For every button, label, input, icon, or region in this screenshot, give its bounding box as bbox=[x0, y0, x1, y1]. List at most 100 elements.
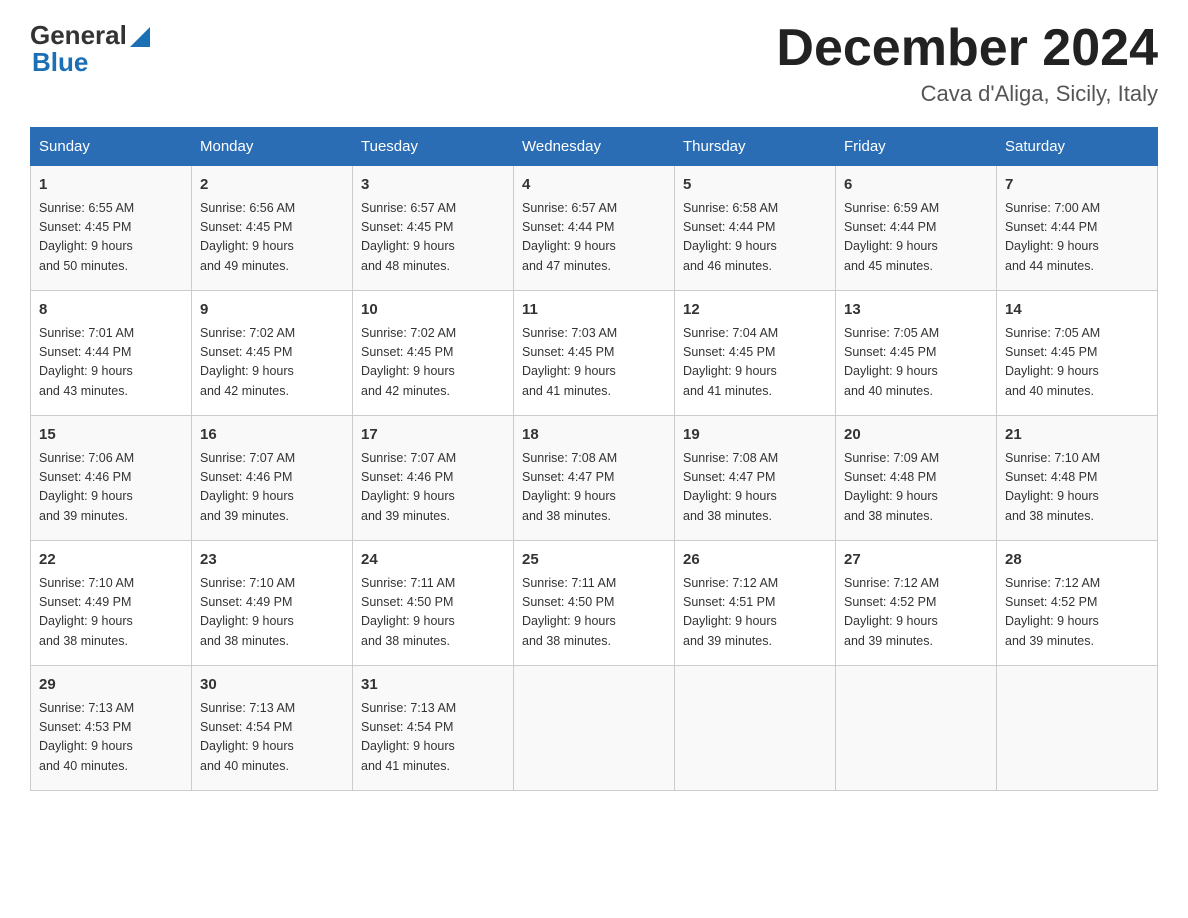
day-info: Sunrise: 7:13 AMSunset: 4:53 PMDaylight:… bbox=[39, 699, 183, 777]
day-info: Sunrise: 7:09 AMSunset: 4:48 PMDaylight:… bbox=[844, 449, 988, 527]
day-info: Sunrise: 7:10 AMSunset: 4:48 PMDaylight:… bbox=[1005, 449, 1149, 527]
weekday-header-sunday: Sunday bbox=[31, 128, 192, 166]
weekday-header-thursday: Thursday bbox=[675, 128, 836, 166]
day-info: Sunrise: 7:02 AMSunset: 4:45 PMDaylight:… bbox=[200, 324, 344, 402]
weekday-header-wednesday: Wednesday bbox=[514, 128, 675, 166]
day-info: Sunrise: 7:05 AMSunset: 4:45 PMDaylight:… bbox=[844, 324, 988, 402]
title-section: December 2024 Cava d'Aliga, Sicily, Ital… bbox=[776, 20, 1158, 107]
day-info: Sunrise: 7:13 AMSunset: 4:54 PMDaylight:… bbox=[361, 699, 505, 777]
calendar-cell: 16Sunrise: 7:07 AMSunset: 4:46 PMDayligh… bbox=[192, 416, 353, 541]
day-info: Sunrise: 7:08 AMSunset: 4:47 PMDaylight:… bbox=[522, 449, 666, 527]
calendar-week-row: 8Sunrise: 7:01 AMSunset: 4:44 PMDaylight… bbox=[31, 291, 1158, 416]
day-info: Sunrise: 6:55 AMSunset: 4:45 PMDaylight:… bbox=[39, 199, 183, 277]
day-number: 4 bbox=[522, 174, 666, 197]
calendar-cell: 30Sunrise: 7:13 AMSunset: 4:54 PMDayligh… bbox=[192, 666, 353, 791]
calendar-cell bbox=[514, 666, 675, 791]
location-title: Cava d'Aliga, Sicily, Italy bbox=[776, 81, 1158, 107]
day-number: 10 bbox=[361, 299, 505, 322]
calendar-cell: 12Sunrise: 7:04 AMSunset: 4:45 PMDayligh… bbox=[675, 291, 836, 416]
calendar-cell: 5Sunrise: 6:58 AMSunset: 4:44 PMDaylight… bbox=[675, 166, 836, 291]
calendar-cell bbox=[997, 666, 1158, 791]
day-info: Sunrise: 7:05 AMSunset: 4:45 PMDaylight:… bbox=[1005, 324, 1149, 402]
calendar-header-row: SundayMondayTuesdayWednesdayThursdayFrid… bbox=[31, 128, 1158, 166]
calendar-cell: 15Sunrise: 7:06 AMSunset: 4:46 PMDayligh… bbox=[31, 416, 192, 541]
calendar-cell: 14Sunrise: 7:05 AMSunset: 4:45 PMDayligh… bbox=[997, 291, 1158, 416]
calendar-week-row: 29Sunrise: 7:13 AMSunset: 4:53 PMDayligh… bbox=[31, 666, 1158, 791]
calendar-cell: 22Sunrise: 7:10 AMSunset: 4:49 PMDayligh… bbox=[31, 541, 192, 666]
calendar-cell: 8Sunrise: 7:01 AMSunset: 4:44 PMDaylight… bbox=[31, 291, 192, 416]
weekday-header-tuesday: Tuesday bbox=[353, 128, 514, 166]
calendar-cell: 17Sunrise: 7:07 AMSunset: 4:46 PMDayligh… bbox=[353, 416, 514, 541]
day-number: 5 bbox=[683, 174, 827, 197]
calendar-cell: 7Sunrise: 7:00 AMSunset: 4:44 PMDaylight… bbox=[997, 166, 1158, 291]
day-info: Sunrise: 7:02 AMSunset: 4:45 PMDaylight:… bbox=[361, 324, 505, 402]
weekday-header-friday: Friday bbox=[836, 128, 997, 166]
calendar-cell: 10Sunrise: 7:02 AMSunset: 4:45 PMDayligh… bbox=[353, 291, 514, 416]
calendar-cell: 21Sunrise: 7:10 AMSunset: 4:48 PMDayligh… bbox=[997, 416, 1158, 541]
day-number: 18 bbox=[522, 424, 666, 447]
day-number: 26 bbox=[683, 549, 827, 572]
day-number: 27 bbox=[844, 549, 988, 572]
day-info: Sunrise: 7:13 AMSunset: 4:54 PMDaylight:… bbox=[200, 699, 344, 777]
day-number: 1 bbox=[39, 174, 183, 197]
day-number: 21 bbox=[1005, 424, 1149, 447]
calendar-cell: 13Sunrise: 7:05 AMSunset: 4:45 PMDayligh… bbox=[836, 291, 997, 416]
calendar-week-row: 1Sunrise: 6:55 AMSunset: 4:45 PMDaylight… bbox=[31, 166, 1158, 291]
calendar-cell: 25Sunrise: 7:11 AMSunset: 4:50 PMDayligh… bbox=[514, 541, 675, 666]
day-info: Sunrise: 7:12 AMSunset: 4:52 PMDaylight:… bbox=[1005, 574, 1149, 652]
day-info: Sunrise: 6:57 AMSunset: 4:44 PMDaylight:… bbox=[522, 199, 666, 277]
day-number: 23 bbox=[200, 549, 344, 572]
calendar-cell bbox=[836, 666, 997, 791]
logo: General Blue bbox=[30, 20, 150, 78]
day-number: 22 bbox=[39, 549, 183, 572]
day-info: Sunrise: 7:01 AMSunset: 4:44 PMDaylight:… bbox=[39, 324, 183, 402]
day-number: 12 bbox=[683, 299, 827, 322]
day-number: 16 bbox=[200, 424, 344, 447]
day-info: Sunrise: 7:12 AMSunset: 4:52 PMDaylight:… bbox=[844, 574, 988, 652]
calendar-cell: 18Sunrise: 7:08 AMSunset: 4:47 PMDayligh… bbox=[514, 416, 675, 541]
page-header: General Blue December 2024 Cava d'Aliga,… bbox=[30, 20, 1158, 107]
day-info: Sunrise: 7:11 AMSunset: 4:50 PMDaylight:… bbox=[522, 574, 666, 652]
calendar-cell bbox=[675, 666, 836, 791]
day-number: 7 bbox=[1005, 174, 1149, 197]
day-info: Sunrise: 6:58 AMSunset: 4:44 PMDaylight:… bbox=[683, 199, 827, 277]
day-number: 31 bbox=[361, 674, 505, 697]
calendar-cell: 20Sunrise: 7:09 AMSunset: 4:48 PMDayligh… bbox=[836, 416, 997, 541]
day-number: 15 bbox=[39, 424, 183, 447]
calendar-cell: 6Sunrise: 6:59 AMSunset: 4:44 PMDaylight… bbox=[836, 166, 997, 291]
calendar-cell: 4Sunrise: 6:57 AMSunset: 4:44 PMDaylight… bbox=[514, 166, 675, 291]
day-number: 17 bbox=[361, 424, 505, 447]
calendar-cell: 2Sunrise: 6:56 AMSunset: 4:45 PMDaylight… bbox=[192, 166, 353, 291]
calendar-cell: 24Sunrise: 7:11 AMSunset: 4:50 PMDayligh… bbox=[353, 541, 514, 666]
calendar-cell: 28Sunrise: 7:12 AMSunset: 4:52 PMDayligh… bbox=[997, 541, 1158, 666]
day-number: 9 bbox=[200, 299, 344, 322]
day-info: Sunrise: 7:11 AMSunset: 4:50 PMDaylight:… bbox=[361, 574, 505, 652]
logo-blue-text: Blue bbox=[30, 47, 150, 78]
day-number: 25 bbox=[522, 549, 666, 572]
calendar-cell: 3Sunrise: 6:57 AMSunset: 4:45 PMDaylight… bbox=[353, 166, 514, 291]
day-number: 24 bbox=[361, 549, 505, 572]
weekday-header-monday: Monday bbox=[192, 128, 353, 166]
day-info: Sunrise: 7:08 AMSunset: 4:47 PMDaylight:… bbox=[683, 449, 827, 527]
calendar-cell: 26Sunrise: 7:12 AMSunset: 4:51 PMDayligh… bbox=[675, 541, 836, 666]
day-number: 6 bbox=[844, 174, 988, 197]
calendar-cell: 23Sunrise: 7:10 AMSunset: 4:49 PMDayligh… bbox=[192, 541, 353, 666]
day-number: 28 bbox=[1005, 549, 1149, 572]
day-info: Sunrise: 6:56 AMSunset: 4:45 PMDaylight:… bbox=[200, 199, 344, 277]
day-info: Sunrise: 7:07 AMSunset: 4:46 PMDaylight:… bbox=[200, 449, 344, 527]
day-number: 20 bbox=[844, 424, 988, 447]
day-number: 14 bbox=[1005, 299, 1149, 322]
day-info: Sunrise: 7:04 AMSunset: 4:45 PMDaylight:… bbox=[683, 324, 827, 402]
day-info: Sunrise: 7:10 AMSunset: 4:49 PMDaylight:… bbox=[39, 574, 183, 652]
calendar-week-row: 15Sunrise: 7:06 AMSunset: 4:46 PMDayligh… bbox=[31, 416, 1158, 541]
day-info: Sunrise: 7:03 AMSunset: 4:45 PMDaylight:… bbox=[522, 324, 666, 402]
calendar-cell: 27Sunrise: 7:12 AMSunset: 4:52 PMDayligh… bbox=[836, 541, 997, 666]
calendar-cell: 9Sunrise: 7:02 AMSunset: 4:45 PMDaylight… bbox=[192, 291, 353, 416]
day-number: 3 bbox=[361, 174, 505, 197]
day-info: Sunrise: 6:57 AMSunset: 4:45 PMDaylight:… bbox=[361, 199, 505, 277]
day-info: Sunrise: 7:12 AMSunset: 4:51 PMDaylight:… bbox=[683, 574, 827, 652]
weekday-header-saturday: Saturday bbox=[997, 128, 1158, 166]
day-number: 13 bbox=[844, 299, 988, 322]
day-number: 19 bbox=[683, 424, 827, 447]
logo-arrow-icon bbox=[130, 27, 150, 47]
